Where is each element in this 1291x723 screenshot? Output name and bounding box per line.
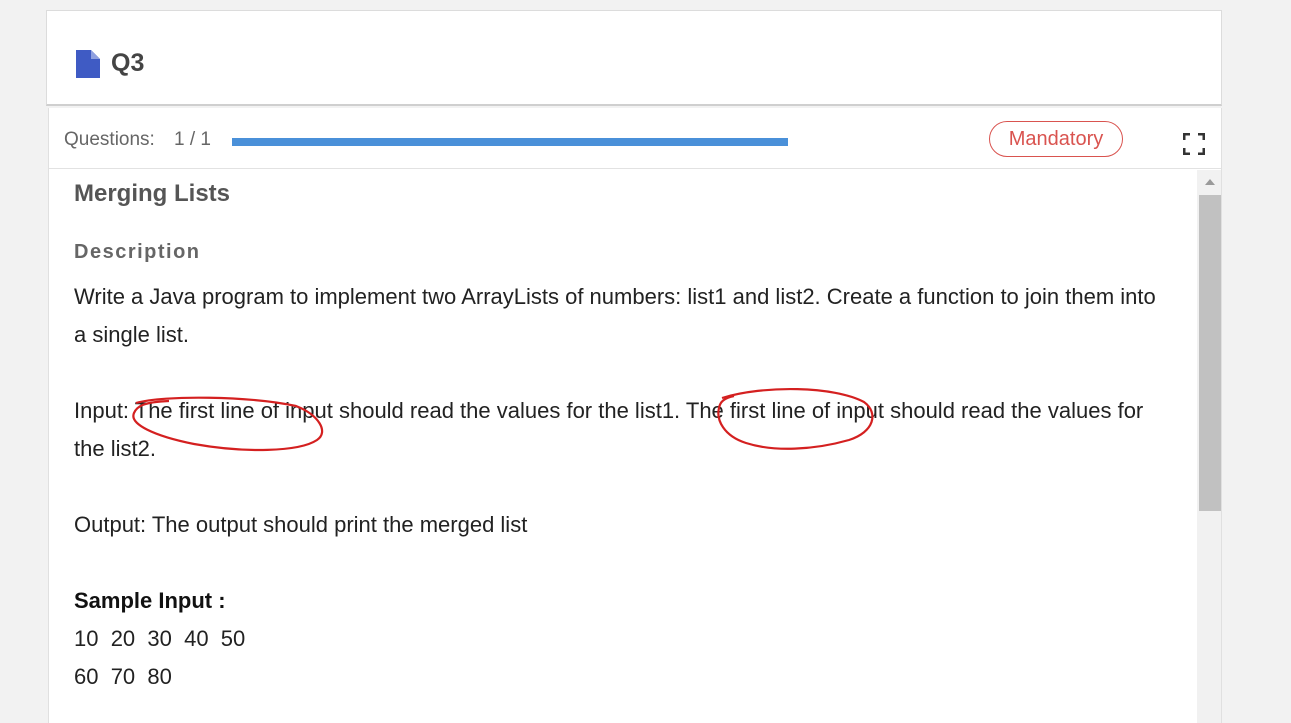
progress-fill: [232, 138, 788, 146]
output-description: Output: The output should print the merg…: [74, 512, 528, 537]
fullscreen-icon[interactable]: [1182, 132, 1206, 156]
question-title: Q3: [111, 49, 145, 77]
scrollbar-thumb[interactable]: [1199, 195, 1221, 511]
progress-track: [232, 138, 788, 146]
question-header: Q3: [46, 10, 1222, 106]
problem-title: Merging Lists: [74, 180, 231, 207]
question-content: Merging Lists Description Write a Java p…: [74, 170, 1179, 723]
question-panel: Questions: 1 / 1 Mandatory Merging Lists…: [48, 108, 1222, 723]
sample-input-heading: Sample Input :: [74, 588, 226, 613]
questions-count: 1 / 1: [174, 129, 211, 150]
vertical-scrollbar[interactable]: [1197, 170, 1221, 723]
document-icon: [76, 50, 100, 78]
sample-input-line: 10 20 30 40 50: [74, 626, 246, 651]
questions-label: Questions:: [64, 129, 155, 150]
question-progress-bar: Questions: 1 / 1 Mandatory: [49, 108, 1221, 169]
input-description: Input: The first line of input should re…: [74, 398, 1144, 461]
mandatory-badge: Mandatory: [989, 121, 1123, 157]
description-paragraph: Write a Java program to implement two Ar…: [74, 284, 1156, 347]
scroll-up-arrow-icon[interactable]: [1197, 170, 1221, 194]
description-heading: Description: [74, 241, 201, 263]
sample-input-line: 60 70 80: [74, 664, 172, 689]
